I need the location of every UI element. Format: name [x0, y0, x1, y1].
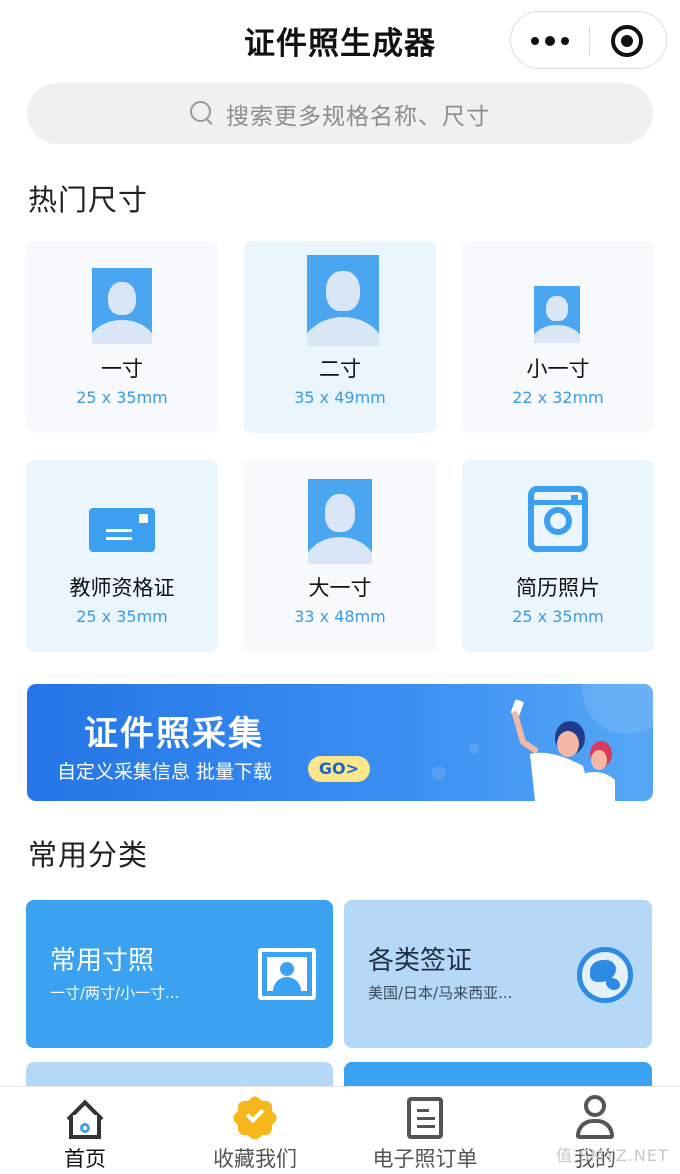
tab-label: 电子照订单 [372, 1147, 478, 1171]
close-icon[interactable] [611, 25, 643, 57]
home-icon [64, 1099, 106, 1139]
banner-subtitle: 自定义采集信息 批量下载 [57, 761, 273, 783]
tab-label: 首页 [64, 1147, 106, 1171]
size-card-label: 一寸 [101, 357, 143, 381]
size-card-label: 教师资格证 [69, 576, 175, 600]
search-placeholder: 搜索更多规格名称、尺寸 [226, 103, 490, 130]
search-bar[interactable]: 搜索更多规格名称、尺寸 [27, 83, 653, 144]
category-title: 各类签证 [368, 946, 473, 976]
photo-collection-banner[interactable]: 证件照采集 自定义采集信息 批量下载 GO> [27, 684, 653, 801]
tab-home[interactable]: 首页 [0, 1087, 170, 1174]
size-card-label: 二寸 [319, 357, 361, 381]
category-subtitle: 一寸/两寸/小一寸... [50, 984, 180, 1002]
mini-program-capsule [510, 11, 667, 69]
size-card-label: 简历照片 [516, 576, 600, 600]
size-card-large-one-inch[interactable]: 大一寸 33 x 48mm [244, 460, 436, 652]
size-card-dimensions: 33 x 48mm [294, 607, 386, 626]
size-card-dimensions: 22 x 32mm [512, 388, 604, 407]
page: 证件照生成器 搜索更多规格名称、尺寸 热门尺寸 一寸 25 x 35mm 二寸 … [0, 0, 680, 1174]
category-title: 常用寸照 [50, 946, 155, 976]
portrait-icon [307, 255, 379, 346]
capsule-divider [589, 27, 590, 55]
selfie-people-illustration [511, 699, 615, 801]
portrait-icon [92, 268, 152, 344]
category-subtitle: 美国/日本/马来西亚... [368, 984, 513, 1002]
category-common-photo[interactable]: 常用寸照 一寸/两寸/小一寸... [26, 900, 333, 1048]
watermark: 值 SMYZ.NET [556, 1146, 669, 1165]
globe-icon [577, 947, 633, 1003]
banner-title: 证件照采集 [84, 714, 264, 754]
user-icon [574, 1095, 616, 1141]
size-card-small-one-inch[interactable]: 小一寸 22 x 32mm [462, 241, 654, 433]
tab-label: 收藏我们 [213, 1147, 297, 1171]
categories-heading: 常用分类 [28, 838, 149, 872]
badge-icon [230, 1093, 280, 1143]
search-icon [190, 100, 216, 127]
id-photo-icon [258, 948, 316, 1000]
portrait-icon [308, 479, 372, 564]
size-card-dimensions: 35 x 49mm [294, 388, 386, 407]
category-visa[interactable]: 各类签证 美国/日本/马来西亚... [344, 900, 652, 1048]
size-card-one-inch[interactable]: 一寸 25 x 35mm [26, 241, 218, 433]
card-icon [89, 508, 155, 552]
tab-favorite[interactable]: 收藏我们 [170, 1087, 340, 1174]
size-card-label: 小一寸 [526, 357, 590, 381]
more-icon[interactable] [511, 12, 589, 70]
go-button[interactable]: GO> [308, 756, 370, 782]
size-card-teacher-certificate[interactable]: 教师资格证 25 x 35mm [26, 460, 218, 652]
size-card-two-inch[interactable]: 二寸 35 x 49mm [244, 241, 436, 433]
size-card-resume-photo[interactable]: 简历照片 25 x 35mm [462, 460, 654, 652]
camera-icon [528, 486, 588, 552]
portrait-icon [534, 286, 580, 343]
size-card-dimensions: 25 x 35mm [76, 388, 168, 407]
nav-header: 证件照生成器 [0, 0, 680, 82]
document-icon [407, 1097, 443, 1139]
size-card-dimensions: 25 x 35mm [76, 607, 168, 626]
size-card-label: 大一寸 [308, 576, 372, 600]
tab-orders[interactable]: 电子照订单 [340, 1087, 510, 1174]
hot-sizes-heading: 热门尺寸 [28, 183, 149, 217]
size-card-dimensions: 25 x 35mm [512, 607, 604, 626]
